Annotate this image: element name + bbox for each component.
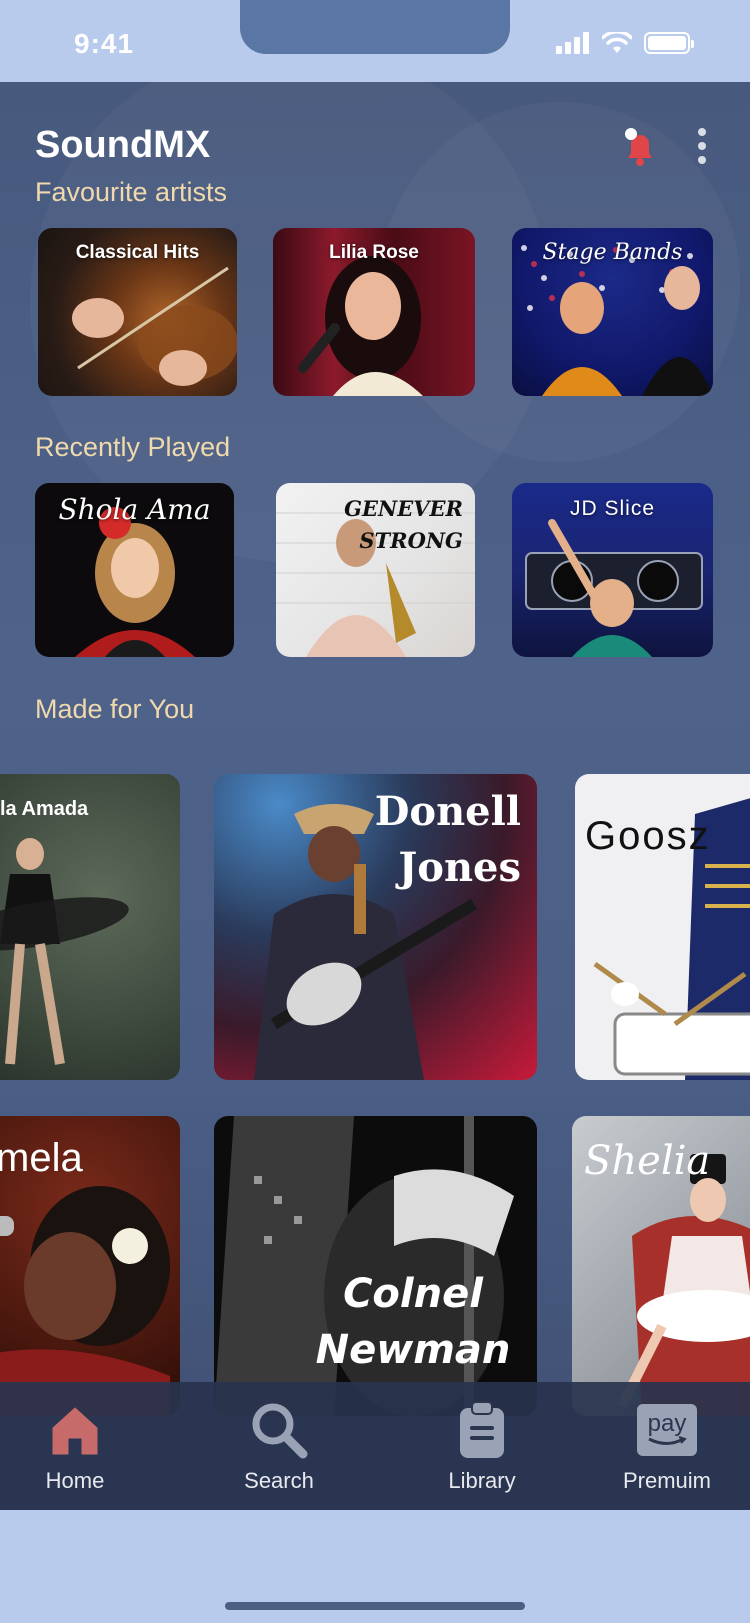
notification-bell-icon[interactable] [620, 126, 660, 168]
tab-search[interactable]: Search [209, 1382, 349, 1510]
recently-played-heading: Recently Played [35, 432, 231, 462]
playlist-card-la-amada[interactable]: la Amada [0, 774, 180, 1080]
playlist-card-label: Colnel Newman [315, 1271, 511, 1373]
app-screen: SoundMX Favourite artists Classical Hits… [0, 82, 750, 1510]
status-time: 9:41 [74, 28, 135, 59]
tab-label: Home [45, 1468, 105, 1493]
bottom-tab-bar: Home Search Library pay Premuim [0, 1382, 750, 1510]
pay-icon-label: pay [647, 1410, 687, 1437]
pay-icon: pay [635, 1400, 699, 1460]
search-icon [247, 1400, 311, 1460]
app-title: SoundMX [35, 124, 211, 166]
tab-label: Library [448, 1468, 516, 1493]
cellular-signal-icon [556, 32, 589, 54]
recent-card-shola-ama[interactable]: Shola Ama [35, 483, 234, 657]
playlist-card-colnel-newman[interactable]: Colnel Newman [214, 1116, 537, 1416]
recent-card-label: Shola Ama [58, 493, 211, 526]
artist-card-label: Stage Bands [542, 240, 683, 265]
tab-label: Premuim [622, 1468, 711, 1493]
artist-card-classical-hits[interactable]: Classical Hits [38, 228, 237, 396]
made-for-you-heading: Made for You [35, 694, 195, 724]
playlist-card-label: Donell Jones [374, 788, 521, 891]
clipboard-icon [450, 1400, 514, 1460]
battery-icon [644, 32, 694, 54]
artist-card-stage-bands[interactable]: Stage Bands [512, 228, 713, 396]
home-icon [43, 1400, 107, 1460]
tab-home[interactable]: Home [5, 1382, 145, 1510]
artist-card-label: Lilia Rose [329, 242, 419, 263]
tab-label: Search [244, 1468, 314, 1493]
artist-card-lilia-rose[interactable]: Lilia Rose [273, 228, 475, 396]
wifi-icon [602, 32, 632, 53]
playlist-card-label: Goosz [585, 814, 711, 858]
more-options-icon[interactable] [690, 128, 714, 168]
recent-card-label: GENEVER STRONG [344, 496, 463, 553]
status-bar: 9:41 [0, 0, 750, 82]
tab-library[interactable]: Library [412, 1382, 552, 1510]
recent-card-label: JD Slice [569, 497, 656, 520]
recent-card-jd-slice[interactable]: JD Slice [512, 483, 713, 657]
playlist-card-label: Shelia [584, 1138, 711, 1184]
playlist-card-label: mela [0, 1136, 83, 1180]
recent-card-genever-strong[interactable]: GENEVER STRONG [276, 483, 475, 657]
favourite-artists-heading: Favourite artists [35, 177, 228, 207]
artist-card-label: Classical Hits [75, 242, 200, 263]
playlist-card-shelia[interactable]: Shelia [572, 1116, 750, 1416]
playlist-card-goosz[interactable]: Goosz [575, 774, 750, 1080]
status-icons [556, 32, 694, 54]
playlist-card-label: la Amada [0, 798, 89, 820]
home-indicator [225, 1602, 525, 1610]
playlist-card-donell-jones[interactable]: Donell Jones [214, 774, 537, 1080]
playlist-card-mela[interactable]: mela [0, 1116, 180, 1416]
tab-premium[interactable]: pay Premuim [597, 1382, 737, 1510]
notch [240, 0, 510, 54]
